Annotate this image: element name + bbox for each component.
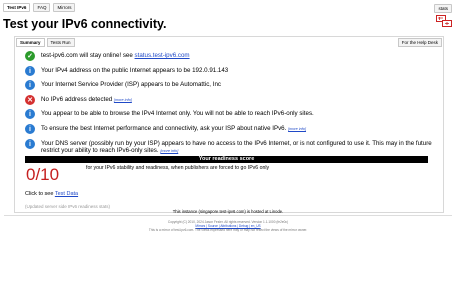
tab-tests-run[interactable]: Tests Run — [46, 38, 75, 47]
info-icon: i — [25, 124, 35, 134]
result-row-dns: i Your DNS server (possibly run by your … — [25, 139, 435, 155]
tab-mirrors[interactable]: Mirrors — [53, 3, 76, 12]
result-row-isp: i Your Internet Service Provider (ISP) a… — [25, 80, 435, 90]
more-info-link[interactable]: [more info] — [114, 98, 132, 102]
test-data-link[interactable]: Test Data — [55, 191, 78, 197]
page-title: Test your IPv6 connectivity. — [3, 17, 167, 31]
result-row-status: ✓ test-ipv6.com will stay online! see st… — [25, 51, 435, 61]
info-icon: i — [25, 109, 35, 119]
error-icon: ✕ — [25, 95, 35, 105]
result-text: You appear to be able to browse the IPv4… — [41, 110, 314, 117]
result-text: No IPv6 address detected [more info] — [41, 96, 132, 103]
score-description: for your IPv6 stability and readiness, w… — [86, 165, 270, 171]
result-row-ipv4: i Your IPv4 address on the public Intern… — [25, 66, 435, 76]
result-row-ask-isp: i To ensure the best Internet performanc… — [25, 124, 435, 134]
info-icon: i — [25, 66, 35, 76]
results-panel: Summary Tests Run For the Help Desk ✓ te… — [14, 36, 444, 213]
tab-faq[interactable]: FAQ — [33, 3, 51, 12]
status-link[interactable]: status.test-ipv6.com — [135, 52, 190, 59]
help-desk-button[interactable]: For the Help Desk — [397, 38, 442, 47]
tab-summary[interactable]: Summary — [16, 38, 45, 47]
result-row-no-ipv6: ✕ No IPv6 address detected [more info] — [25, 95, 435, 105]
panel-tabs: Summary Tests Run — [15, 37, 75, 47]
info-icon: i — [25, 80, 35, 90]
result-text: Your IPv4 address on the public Internet… — [41, 67, 229, 74]
info-icon: i — [25, 139, 35, 149]
readiness-score-header: Your readiness score — [25, 156, 428, 163]
footer-note: This is a mirror of test-ipv6.com. The v… — [148, 228, 308, 232]
instance-note: This instance (singapore.test-ipv6.com) … — [172, 209, 284, 214]
result-text: Your DNS server (possibly run by your IS… — [41, 140, 432, 154]
result-text: test-ipv6.com will stay online! see stat… — [41, 52, 190, 59]
divider — [4, 215, 452, 216]
result-text: To ensure the best Internet performance … — [41, 125, 307, 132]
result-row-ipv4-only: i You appear to be able to browse the IP… — [25, 109, 435, 119]
stats-button[interactable]: stats — [434, 4, 452, 13]
test-data-row: Click to see Test Data — [25, 191, 79, 197]
result-text: Your Internet Service Provider (ISP) app… — [41, 81, 221, 88]
readiness-score: 0/10 — [26, 165, 60, 184]
more-info-link[interactable]: [more info] — [288, 127, 306, 131]
tab-test-ipv6[interactable]: Test IPv6 — [3, 3, 31, 12]
more-info-link[interactable]: [more info] — [160, 149, 178, 153]
check-icon: ✓ — [25, 51, 35, 61]
top-nav: Test IPv6 FAQ Mirrors — [3, 3, 76, 12]
ipv6-logo-icon — [436, 15, 452, 27]
